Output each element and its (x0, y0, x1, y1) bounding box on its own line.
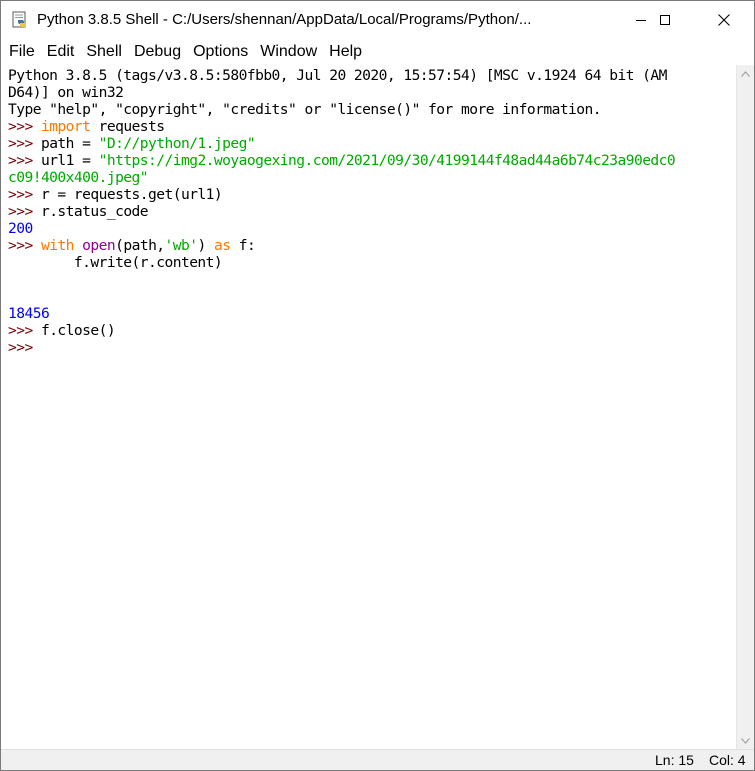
banner-line-3: Type "help", "copyright", "credits" or "… (8, 101, 602, 118)
code-token: f.close() (32, 322, 116, 339)
banner-line-2: D64)] on win32 (8, 84, 124, 101)
keyword-token: with (40, 237, 75, 254)
status-bar: Ln: 15 Col: 4 (1, 749, 754, 770)
maximize-button[interactable] (642, 1, 688, 39)
menu-help[interactable]: Help (323, 39, 368, 65)
close-button[interactable] (701, 1, 747, 39)
window-title: Python 3.8.5 Shell - C:/Users/shennan/Ap… (37, 11, 532, 28)
code-token: ) (197, 237, 214, 254)
code-token: (path, (115, 237, 165, 254)
python-idle-icon (11, 11, 29, 29)
string-token: "https://img2.woyaogexing.com/2021/09/30… (98, 152, 676, 169)
output-line-200: 200 (8, 220, 33, 237)
string-token: "D://python/1.jpeg" (98, 135, 256, 152)
menu-file[interactable]: File (3, 39, 41, 65)
menu-debug[interactable]: Debug (128, 39, 187, 65)
menu-bar: File Edit Shell Debug Options Window Hel… (1, 39, 754, 65)
shell-prompt: >>> (8, 118, 33, 135)
column-number-status: Col: 4 (709, 752, 746, 768)
menu-options[interactable]: Options (187, 39, 254, 65)
shell-text-area[interactable]: Python 3.8.5 (tags/v3.8.5:580fbb0, Jul 2… (2, 65, 736, 749)
close-icon (718, 14, 730, 26)
input-line-path: >>> path = "D://python/1.jpeg" (8, 135, 256, 152)
shell-prompt: >>> (8, 186, 33, 203)
scroll-down-button[interactable] (737, 732, 754, 749)
code-token: r.status_code (32, 203, 149, 220)
builtin-token: open (82, 237, 116, 254)
keyword-token: import (40, 118, 91, 135)
idle-shell-window: Python 3.8.5 Shell - C:/Users/shennan/Ap… (0, 0, 755, 771)
input-line-status: >>> r.status_code (8, 203, 149, 220)
maximize-icon (660, 15, 670, 25)
input-line-close: >>> f.close() (8, 322, 116, 339)
shell-prompt: >>> (8, 152, 33, 169)
input-line-with: >>> with open(path,'wb') as f: (8, 237, 256, 254)
menu-shell[interactable]: Shell (80, 39, 128, 65)
line-number-status: Ln: 15 (655, 752, 694, 768)
menu-window[interactable]: Window (254, 39, 323, 65)
shell-prompt: >>> (8, 237, 33, 254)
code-token: url1 = (32, 152, 99, 169)
output-line-18456: 18456 (8, 305, 50, 322)
code-token: path = (32, 135, 99, 152)
shell-prompt: >>> (8, 203, 33, 220)
keyword-token: as (213, 237, 231, 254)
input-line-url: >>> url1 = "https://img2.woyaogexing.com… (8, 152, 676, 169)
code-token: f: (230, 237, 256, 254)
input-line-import: >>> import requests (8, 118, 165, 135)
code-token: requests (90, 118, 165, 135)
arrow-up-icon (741, 70, 750, 77)
banner-line-1: Python 3.8.5 (tags/v3.8.5:580fbb0, Jul 2… (8, 67, 667, 84)
scroll-up-button[interactable] (737, 65, 754, 82)
shell-prompt: >>> (8, 322, 33, 339)
input-line-url-cont: c09!400x400.jpeg" (8, 169, 149, 186)
string-token: 'wb' (164, 237, 199, 254)
input-line-write: f.write(r.content) (8, 254, 223, 271)
input-line-get: >>> r = requests.get(url1) (8, 186, 223, 203)
input-line-current: >>> (8, 339, 33, 356)
arrow-down-icon (741, 737, 750, 744)
title-bar[interactable]: Python 3.8.5 Shell - C:/Users/shennan/Ap… (1, 1, 754, 39)
shell-prompt: >>> (8, 339, 33, 356)
vertical-scrollbar[interactable] (736, 65, 754, 749)
shell-prompt: >>> (8, 135, 33, 152)
menu-edit[interactable]: Edit (41, 39, 81, 65)
code-token: r = requests.get(url1) (32, 186, 223, 203)
